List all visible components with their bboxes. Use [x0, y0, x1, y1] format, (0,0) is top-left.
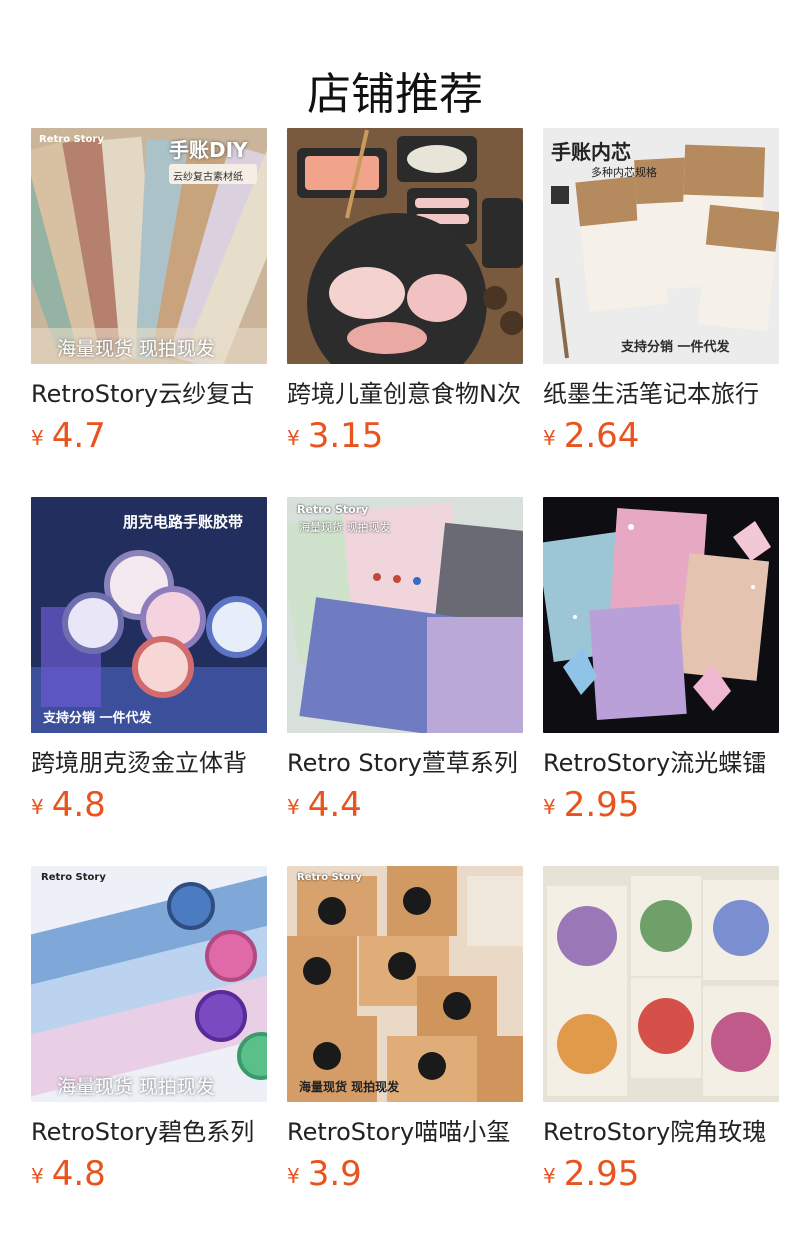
price-value: 3.9 — [307, 1154, 362, 1194]
price-value: 4.7 — [51, 416, 106, 456]
price-value: 4.4 — [307, 785, 362, 825]
product-card[interactable]: Retro Story 海量现货 现拍现发 RetroStory碧色系列 ¥4.… — [31, 866, 267, 1235]
product-image[interactable]: Retro Story 手账DIY 云纱复古素材纸 海量现货 现拍现发 — [31, 128, 267, 364]
image-caption: 支持分销 一件代发 — [621, 340, 730, 355]
price-value: 2.64 — [563, 416, 640, 456]
image-brand-label: Retro Story — [39, 134, 104, 145]
product-card[interactable]: 跨境儿童创意食物N次 ¥3.15 — [287, 128, 523, 497]
product-name[interactable]: 跨境朋克烫金立体背 — [31, 747, 267, 779]
currency-symbol: ¥ — [543, 795, 556, 819]
product-name[interactable]: RetroStory碧色系列 — [31, 1116, 267, 1148]
image-caption: 海量现货 现拍现发 — [57, 338, 216, 360]
product-image[interactable] — [543, 866, 779, 1102]
product-name[interactable]: 纸墨生活笔记本旅行 — [543, 378, 779, 410]
currency-symbol: ¥ — [31, 795, 44, 819]
product-name[interactable]: RetroStory流光蝶镭 — [543, 747, 779, 779]
product-image-art — [31, 128, 267, 364]
image-brand-label: Retro Story — [297, 872, 362, 883]
product-image-art — [31, 866, 267, 1102]
image-subheading: 海量现货 现拍现发 — [299, 521, 391, 534]
product-image[interactable]: Retro Story 海量现货 现拍现发 — [287, 497, 523, 733]
product-image[interactable]: Retro Story 海量现货 现拍现发 — [31, 866, 267, 1102]
product-price: ¥4.8 — [31, 1154, 267, 1200]
product-image-art — [287, 128, 523, 364]
product-name[interactable]: Retro Story萱草系列 — [287, 747, 523, 779]
image-subheading: 云纱复古素材纸 — [173, 172, 243, 183]
product-image[interactable] — [543, 497, 779, 733]
product-image[interactable]: 手账内芯 多种内芯规格 支持分销 一件代发 — [543, 128, 779, 364]
product-card[interactable]: Retro Story 海量现货 现拍现发 Retro Story萱草系列 ¥4… — [287, 497, 523, 866]
product-grid: Retro Story 手账DIY 云纱复古素材纸 海量现货 现拍现发 Retr… — [31, 128, 779, 1235]
image-caption: 海量现货 现拍现发 — [299, 1080, 400, 1094]
image-brand-label: Retro Story — [297, 503, 369, 516]
image-caption: 海量现货 现拍现发 — [57, 1076, 216, 1098]
product-card[interactable]: Retro Story 海量现货 现拍现发 RetroStory喵喵小玺 ¥3.… — [287, 866, 523, 1235]
page-title: 店铺推荐 — [307, 69, 483, 121]
product-name[interactable]: RetroStory云纱复古 — [31, 378, 267, 410]
product-price: ¥2.95 — [543, 785, 779, 831]
price-value: 3.15 — [307, 416, 384, 456]
currency-symbol: ¥ — [287, 1164, 300, 1188]
product-name[interactable]: RetroStory喵喵小玺 — [287, 1116, 523, 1148]
currency-symbol: ¥ — [287, 795, 300, 819]
product-name[interactable]: RetroStory院角玫瑰 — [543, 1116, 779, 1148]
price-value: 2.95 — [563, 785, 640, 825]
image-brand-label: Retro Story — [41, 872, 106, 883]
image-heading: 朋克电路手账胶带 — [123, 513, 244, 531]
product-image-art — [543, 497, 779, 733]
product-price: ¥4.8 — [31, 785, 267, 831]
product-card[interactable]: 朋克电路手账胶带 支持分销 一件代发 跨境朋克烫金立体背 ¥4.8 — [31, 497, 267, 866]
product-card[interactable]: RetroStory流光蝶镭 ¥2.95 — [543, 497, 779, 866]
product-image-art — [543, 866, 779, 1102]
image-heading: 手账DIY — [169, 138, 248, 162]
product-price: ¥2.95 — [543, 1154, 779, 1200]
product-price: ¥2.64 — [543, 416, 779, 462]
currency-symbol: ¥ — [287, 426, 300, 450]
product-card[interactable]: 手账内芯 多种内芯规格 支持分销 一件代发 纸墨生活笔记本旅行 ¥2.64 — [543, 128, 779, 497]
currency-symbol: ¥ — [31, 1164, 44, 1188]
product-image[interactable]: Retro Story 海量现货 现拍现发 — [287, 866, 523, 1102]
price-value: 4.8 — [51, 1154, 106, 1194]
currency-symbol: ¥ — [543, 426, 556, 450]
product-card[interactable]: RetroStory院角玫瑰 ¥2.95 — [543, 866, 779, 1235]
product-price: ¥3.9 — [287, 1154, 523, 1200]
product-price: ¥4.7 — [31, 416, 267, 462]
currency-symbol: ¥ — [543, 1164, 556, 1188]
image-caption: 支持分销 一件代发 — [43, 711, 152, 726]
product-image[interactable]: 朋克电路手账胶带 支持分销 一件代发 — [31, 497, 267, 733]
image-heading: 手账内芯 — [551, 140, 631, 164]
product-price: ¥4.4 — [287, 785, 523, 831]
currency-symbol: ¥ — [31, 426, 44, 450]
product-image[interactable] — [287, 128, 523, 364]
product-image-art — [287, 866, 523, 1102]
product-card[interactable]: Retro Story 手账DIY 云纱复古素材纸 海量现货 现拍现发 Retr… — [31, 128, 267, 497]
product-image-art — [31, 497, 267, 733]
image-subheading: 多种内芯规格 — [591, 166, 657, 179]
price-value: 4.8 — [51, 785, 106, 825]
product-name[interactable]: 跨境儿童创意食物N次 — [287, 378, 523, 410]
price-value: 2.95 — [563, 1154, 640, 1194]
product-price: ¥3.15 — [287, 416, 523, 462]
